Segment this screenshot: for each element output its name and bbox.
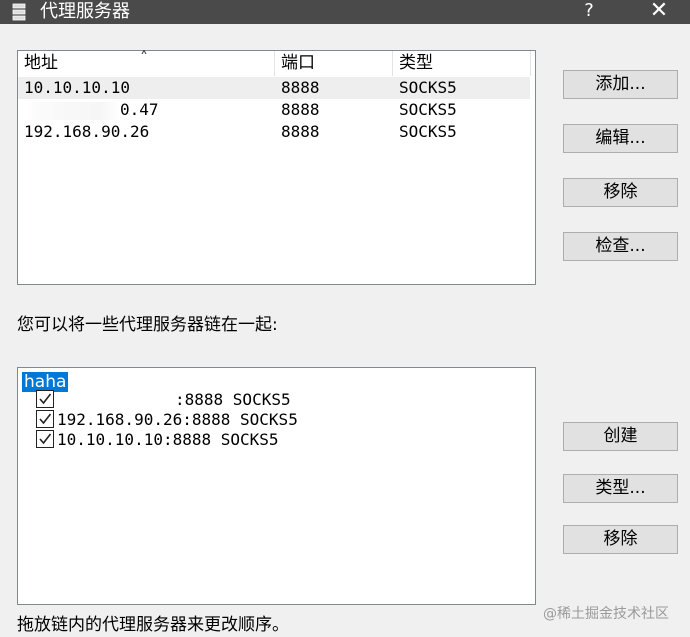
window-title: 代理服务器 — [40, 1, 130, 22]
edit-button[interactable]: 编辑... — [563, 124, 678, 153]
chain-item[interactable]: :8888 SOCKS5 — [36, 389, 291, 411]
table-row[interactable]: 192.168.90.26 8888 SOCKS5 — [18, 121, 530, 143]
port-cell: 8888 — [281, 122, 320, 141]
checkbox[interactable] — [36, 390, 54, 408]
help-button[interactable]: ? — [577, 0, 601, 24]
title-bar: 代理服务器 ? ✕ — [0, 0, 690, 24]
table-row[interactable]: 10.10.10.10 8888 SOCKS5 — [18, 77, 530, 99]
address-cell: 0.47 — [24, 99, 159, 121]
remove-proxy-button[interactable]: 移除 — [563, 178, 678, 207]
chain-type-button[interactable]: 类型... — [563, 474, 678, 503]
proxy-list[interactable]: 地址 ˄ 端口 类型 10.10.10.10 8888 SOCKS5 0.47 … — [17, 48, 536, 285]
port-cell: 8888 — [281, 78, 320, 97]
address-cell: 10.10.10.10 — [24, 78, 130, 97]
type-cell: SOCKS5 — [399, 78, 457, 97]
server-icon — [12, 3, 26, 21]
chain-item[interactable]: 10.10.10.10:8888 SOCKS5 — [36, 429, 279, 451]
table-row[interactable]: 0.47 8888 SOCKS5 — [18, 99, 530, 121]
chain-item[interactable]: 192.168.90.26:8888 SOCKS5 — [36, 409, 298, 431]
create-button[interactable]: 创建 — [563, 422, 678, 451]
check-icon — [39, 393, 52, 405]
list-header: 地址 ˄ 端口 类型 — [18, 48, 535, 76]
close-button[interactable]: ✕ — [644, 0, 674, 24]
column-header-type[interactable]: 类型 — [393, 51, 531, 76]
remove-chain-button[interactable]: 移除 — [563, 525, 678, 554]
checkbox[interactable] — [36, 430, 54, 448]
column-header-address[interactable]: 地址 ˄ — [18, 48, 275, 76]
column-header-port[interactable]: 端口 — [275, 51, 393, 76]
address-cell: 192.168.90.26 — [24, 122, 150, 141]
check-icon — [39, 413, 52, 425]
add-button[interactable]: 添加... — [563, 70, 678, 99]
proxy-chain-tree[interactable]: haha :8888 SOCKS5 192.168.90.26:8888 SOC… — [17, 367, 536, 605]
check-button[interactable]: 检查... — [563, 232, 678, 261]
type-cell: SOCKS5 — [399, 100, 457, 119]
redacted-region — [24, 101, 120, 120]
check-icon — [39, 433, 52, 445]
chain-description: 您可以将一些代理服务器链在一起: — [17, 315, 278, 335]
footer-hint: 拖放链内的代理服务器来更改顺序。 — [17, 615, 289, 635]
port-cell: 8888 — [281, 100, 320, 119]
watermark: @稀土掘金技术社区 — [543, 606, 669, 622]
type-cell: SOCKS5 — [399, 122, 457, 141]
checkbox[interactable] — [36, 410, 54, 428]
sort-ascending-icon: ˄ — [140, 48, 148, 67]
